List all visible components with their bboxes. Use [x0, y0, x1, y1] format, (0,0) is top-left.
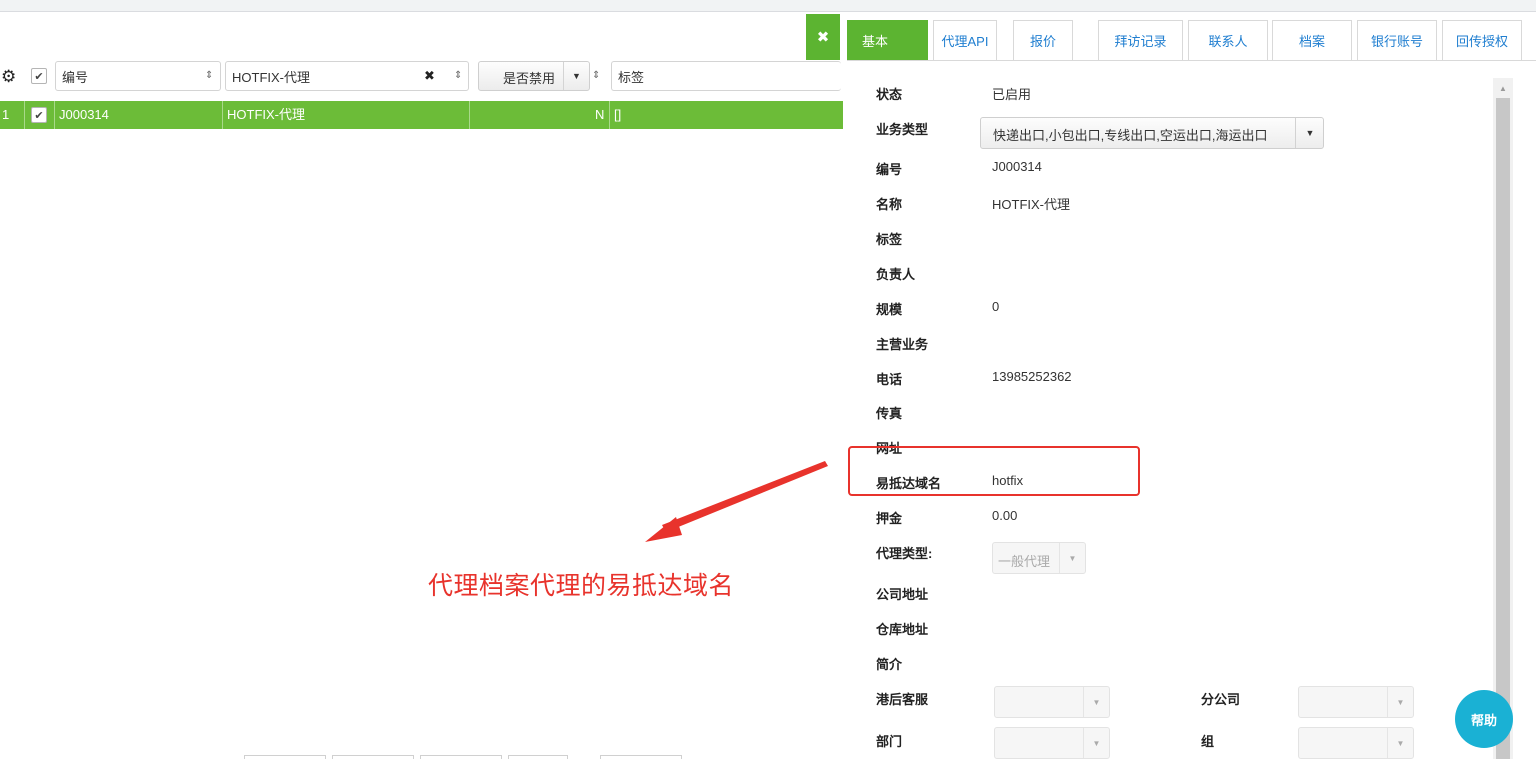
- agent-type-select[interactable]: 一般代理 ▼: [992, 542, 1086, 574]
- tab-contacts[interactable]: 联系人: [1188, 20, 1268, 60]
- row-disabled: N: [595, 107, 605, 122]
- phone-label: 电话: [876, 372, 903, 387]
- status-label: 状态: [876, 87, 903, 102]
- detail-tabs: 基本 代理API 报价 拜访记录 联系人 档案 银行账号 回传授权: [847, 20, 1536, 60]
- business-type-label: 业务类型: [876, 122, 929, 137]
- chevron-down-icon[interactable]: ▼: [1295, 118, 1324, 148]
- row-index: 1: [2, 107, 10, 122]
- basic-info-form: 状态 已启用 业务类型 快递出口,小包出口,专线出口,空运出口,海运出口 ▼ 编…: [847, 61, 1487, 759]
- branch-select[interactable]: ▼: [1298, 686, 1414, 718]
- select-all-checkbox[interactable]: ✔: [31, 68, 47, 84]
- tab-archive[interactable]: 档案: [1272, 20, 1352, 60]
- chevron-down-icon[interactable]: ▼: [1059, 543, 1085, 573]
- owner-label: 负责人: [876, 267, 916, 282]
- annotation-text: 代理档案代理的易抵达域名: [428, 571, 735, 600]
- code-value: J000314: [992, 159, 1042, 174]
- close-icon: ✖: [816, 29, 830, 46]
- tab-callback-auth[interactable]: 回传授权: [1442, 20, 1522, 60]
- scale-label: 规模: [876, 302, 903, 317]
- name-value: HOTFIX-代理: [992, 197, 1070, 212]
- cell-divider: [222, 101, 223, 129]
- row-tags: []: [614, 107, 622, 122]
- tab-bank-account[interactable]: 银行账号: [1357, 20, 1437, 60]
- group-select[interactable]: ▼: [1298, 727, 1414, 759]
- scale-value: 0: [992, 299, 1000, 314]
- gear-icon[interactable]: ⚙: [1, 68, 19, 86]
- group-label: 组: [1201, 734, 1215, 749]
- intro-label: 简介: [876, 657, 903, 672]
- agent-type-label: 代理类型:: [876, 546, 933, 561]
- cell-divider: [54, 101, 55, 129]
- cell-divider: [24, 101, 25, 129]
- port-cs-select[interactable]: ▼: [994, 686, 1110, 718]
- main-business-label: 主营业务: [876, 337, 929, 352]
- warehouse-address-label: 仓库地址: [876, 622, 929, 637]
- deposit-value: 0.00: [992, 508, 1018, 523]
- help-button[interactable]: 帮助: [1455, 690, 1513, 748]
- dept-label: 部门: [876, 734, 903, 749]
- disabled-filter-select[interactable]: 是否禁用 ▼: [478, 61, 590, 91]
- code-filter-input[interactable]: 编号: [55, 61, 221, 91]
- chevron-down-icon[interactable]: ▼: [1083, 728, 1109, 758]
- cell-divider: [609, 101, 610, 129]
- sort-icon[interactable]: ⇕: [592, 70, 600, 81]
- business-type-select[interactable]: 快递出口,小包出口,专线出口,空运出口,海运出口 ▼: [980, 117, 1324, 149]
- grid-header: ⚙ ✔ 编号 ⇕ HOTFIX-代理 ✖ ⇕ 是否禁用 ▼ ⇕ 标签: [0, 54, 843, 98]
- chevron-down-icon[interactable]: ▼: [1387, 687, 1413, 717]
- pager-stubs: [240, 755, 700, 759]
- deposit-label: 押金: [876, 511, 903, 526]
- col-name-filter-value: HOTFIX-代理: [232, 69, 310, 85]
- sort-icon[interactable]: ⇕: [454, 70, 462, 81]
- company-address-label: 公司地址: [876, 587, 929, 602]
- chevron-down-icon[interactable]: ▼: [1083, 687, 1109, 717]
- port-cs-label: 港后客服: [876, 692, 929, 707]
- chevron-down-icon[interactable]: ▼: [563, 62, 589, 90]
- tab-agent-api[interactable]: 代理API: [933, 20, 997, 60]
- tab-visit-record[interactable]: 拜访记录: [1098, 20, 1183, 60]
- fax-label: 传真: [876, 406, 903, 421]
- row-code: J000314: [59, 107, 109, 122]
- cell-divider: [469, 101, 470, 129]
- business-type-value: 快递出口,小包出口,专线出口,空运出口,海运出口: [993, 128, 1268, 143]
- row-name: HOTFIX-代理: [227, 107, 305, 122]
- branch-label: 分公司: [1201, 692, 1241, 707]
- phone-value: 13985252362: [992, 369, 1072, 384]
- tags-filter-input[interactable]: 标签: [611, 61, 841, 91]
- col-tags-label: 标签: [618, 69, 645, 85]
- agent-type-value: 一般代理: [998, 554, 1051, 569]
- highlight-box: [848, 446, 1140, 496]
- scroll-up-icon[interactable]: ▲: [1495, 80, 1511, 96]
- table-row[interactable]: 1 ✔ J000314 HOTFIX-代理 N []: [0, 101, 843, 129]
- clear-filter-icon[interactable]: ✖: [424, 68, 435, 84]
- name-label: 名称: [876, 197, 903, 212]
- dept-select[interactable]: ▼: [994, 727, 1110, 759]
- sort-icon[interactable]: ⇕: [205, 70, 213, 81]
- scrollbar-thumb[interactable]: [1496, 98, 1510, 759]
- tags-label: 标签: [876, 232, 903, 247]
- col-disabled-label: 是否禁用: [503, 71, 556, 86]
- code-label: 编号: [876, 162, 903, 177]
- browser-top-strip: [0, 0, 1536, 12]
- chevron-down-icon[interactable]: ▼: [1387, 728, 1413, 758]
- status-value: 已启用: [992, 87, 1032, 102]
- tab-quote[interactable]: 报价: [1013, 20, 1073, 60]
- tab-basic[interactable]: 基本: [847, 20, 928, 60]
- row-checkbox[interactable]: ✔: [31, 107, 47, 123]
- col-code-label: 编号: [62, 69, 89, 85]
- annotation-arrow: [645, 461, 828, 542]
